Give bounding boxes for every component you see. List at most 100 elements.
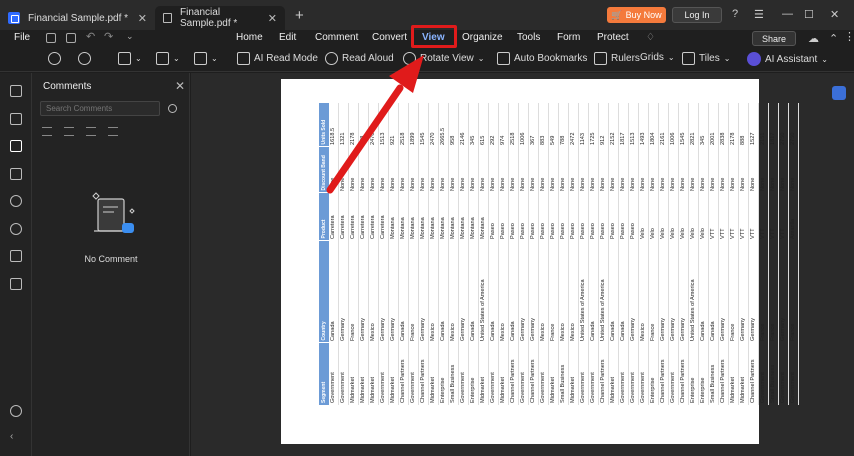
help-icon[interactable]	[10, 405, 22, 417]
grids-button[interactable]: Grids ⌄	[640, 52, 675, 63]
rotate-view-button[interactable]: Rotate View ⌄	[403, 52, 484, 65]
table-cell: Canada	[468, 241, 479, 343]
table-row: Government Germany Montana None 2146	[458, 103, 469, 405]
search-comments-input[interactable]	[40, 101, 160, 116]
table-cell: None	[618, 147, 629, 193]
share-button[interactable]: Share	[752, 31, 796, 46]
menu-protect[interactable]: Protect	[597, 32, 629, 43]
rulers-button[interactable]: Rulers	[594, 52, 640, 65]
table-cell: Germany	[678, 241, 689, 343]
maximize-icon[interactable]: ☐	[804, 8, 814, 21]
comments-icon[interactable]	[10, 140, 22, 152]
layers-icon[interactable]	[10, 250, 22, 262]
table-cell: VTT	[728, 193, 739, 241]
auto-bookmarks-button[interactable]: Auto Bookmarks	[497, 52, 587, 65]
menu-organize[interactable]: Organize	[462, 32, 503, 43]
menu-comment[interactable]: Comment	[315, 32, 358, 43]
table-cell: Paseo	[548, 193, 559, 241]
minimize-icon[interactable]: —	[782, 8, 793, 20]
help-icon[interactable]: ?	[732, 8, 738, 20]
expand-icon[interactable]: ⌃	[829, 32, 838, 45]
redo-icon[interactable]: ↷	[104, 30, 114, 43]
menu-edit[interactable]: Edit	[279, 32, 296, 43]
zoom-in-button[interactable]	[78, 52, 91, 65]
menu-file[interactable]: File	[14, 32, 30, 43]
signature-icon[interactable]	[10, 278, 22, 290]
table-cell: 367	[528, 103, 539, 147]
notification-icon[interactable]: ☰	[754, 8, 764, 21]
menu-convert[interactable]: Convert	[372, 32, 407, 43]
table-cell: None	[388, 147, 399, 193]
filter-icon[interactable]	[108, 127, 118, 136]
search-icon[interactable]	[10, 223, 22, 235]
more-icon[interactable]: ⋮	[844, 30, 854, 43]
tab-financial-sample-1[interactable]: Financial Sample.pdf * ✕	[0, 6, 155, 30]
menu-home[interactable]: Home	[236, 32, 263, 43]
table-cell: Paseo	[578, 193, 589, 241]
table-cell: Mexico	[638, 241, 649, 343]
upload-cloud-icon[interactable]: ☁	[808, 32, 819, 45]
table-cell: 2161	[658, 103, 669, 147]
save-icon[interactable]	[46, 33, 56, 43]
table-cell: Government	[758, 343, 769, 405]
tiles-button[interactable]: Tiles ⌄	[682, 52, 730, 65]
menu-form[interactable]: Form	[557, 32, 580, 43]
attachment-icon[interactable]	[10, 195, 22, 207]
list-icon[interactable]	[64, 127, 74, 136]
table-cell: Montana	[428, 193, 439, 241]
table-cell: Canada	[508, 241, 519, 343]
login-button[interactable]: Log In	[672, 7, 722, 23]
table-cell: France	[348, 241, 359, 343]
table-cell: VTT	[778, 193, 789, 241]
fields-icon[interactable]	[10, 168, 22, 180]
close-icon[interactable]: ✕	[268, 12, 277, 25]
chevron-down-icon: ⌄	[477, 54, 485, 63]
table-cell: 888	[358, 103, 369, 147]
table-row: Small Business France VTT None 1817	[768, 103, 779, 405]
buy-now-button[interactable]: 🛒 Buy Now	[607, 7, 666, 23]
table-cell: Government	[458, 343, 469, 405]
table-cell: None	[488, 147, 499, 193]
background-color-button[interactable]: ⌄	[194, 52, 218, 65]
table-cell: 1143	[578, 103, 589, 147]
collapse-icon[interactable]: ‹	[10, 431, 13, 442]
close-icon[interactable]: ✕	[175, 79, 185, 93]
new-tab-icon[interactable]: +	[295, 7, 304, 24]
close-window-icon[interactable]: ✕	[830, 8, 839, 21]
print-icon[interactable]	[66, 33, 76, 43]
page-layout-button[interactable]: ⌄	[156, 52, 180, 65]
ai-assistant-button[interactable]: AI Assistant ⌄	[747, 52, 828, 66]
table-cell: France	[758, 241, 769, 343]
close-icon[interactable]: ✕	[138, 12, 147, 25]
fit-page-button[interactable]: ⌄	[118, 52, 142, 65]
table-cell: Government	[329, 343, 339, 405]
document-viewer[interactable]: Segment Country Product Discount Band Un…	[191, 73, 854, 456]
app-logo-icon	[8, 12, 20, 24]
page-thumbnails-icon[interactable]	[10, 85, 22, 97]
table-cell: 345	[468, 103, 479, 147]
sort-icon[interactable]	[42, 127, 52, 136]
table-cell: Canada	[698, 241, 709, 343]
undo-icon[interactable]: ↶	[86, 30, 96, 43]
ai-read-mode-button[interactable]: AI Read Mode	[237, 52, 318, 65]
zoom-out-button[interactable]	[48, 52, 61, 65]
table-cell: United States of America	[598, 241, 609, 343]
ai-assistant-icon	[747, 52, 761, 66]
read-aloud-button[interactable]: Read Aloud	[325, 52, 394, 65]
tab-financial-sample-2[interactable]: Financial Sample.pdf * ✕	[155, 6, 285, 30]
table-cell: Canada	[608, 241, 619, 343]
left-sidebar: ‹	[0, 73, 32, 456]
search-icon[interactable]	[168, 104, 177, 113]
table-row: Enterprise Canada Velo None 345	[698, 103, 709, 405]
menu-tools[interactable]: Tools	[517, 32, 540, 43]
bookmark-icon[interactable]	[10, 113, 22, 125]
chevron-down-icon[interactable]: ⌄	[126, 31, 136, 41]
table-cell: Government	[778, 343, 789, 405]
side-panel-toggle-icon[interactable]	[832, 86, 846, 100]
table-cell: Small Business	[768, 343, 779, 405]
lightbulb-icon[interactable]: ♢	[646, 32, 655, 43]
table-cell: Paseo	[538, 193, 549, 241]
table-row: Channel Partners Germany Montana None 1545	[418, 103, 429, 405]
table-cell: 345	[698, 103, 709, 147]
comment-type-icon[interactable]	[86, 127, 96, 136]
